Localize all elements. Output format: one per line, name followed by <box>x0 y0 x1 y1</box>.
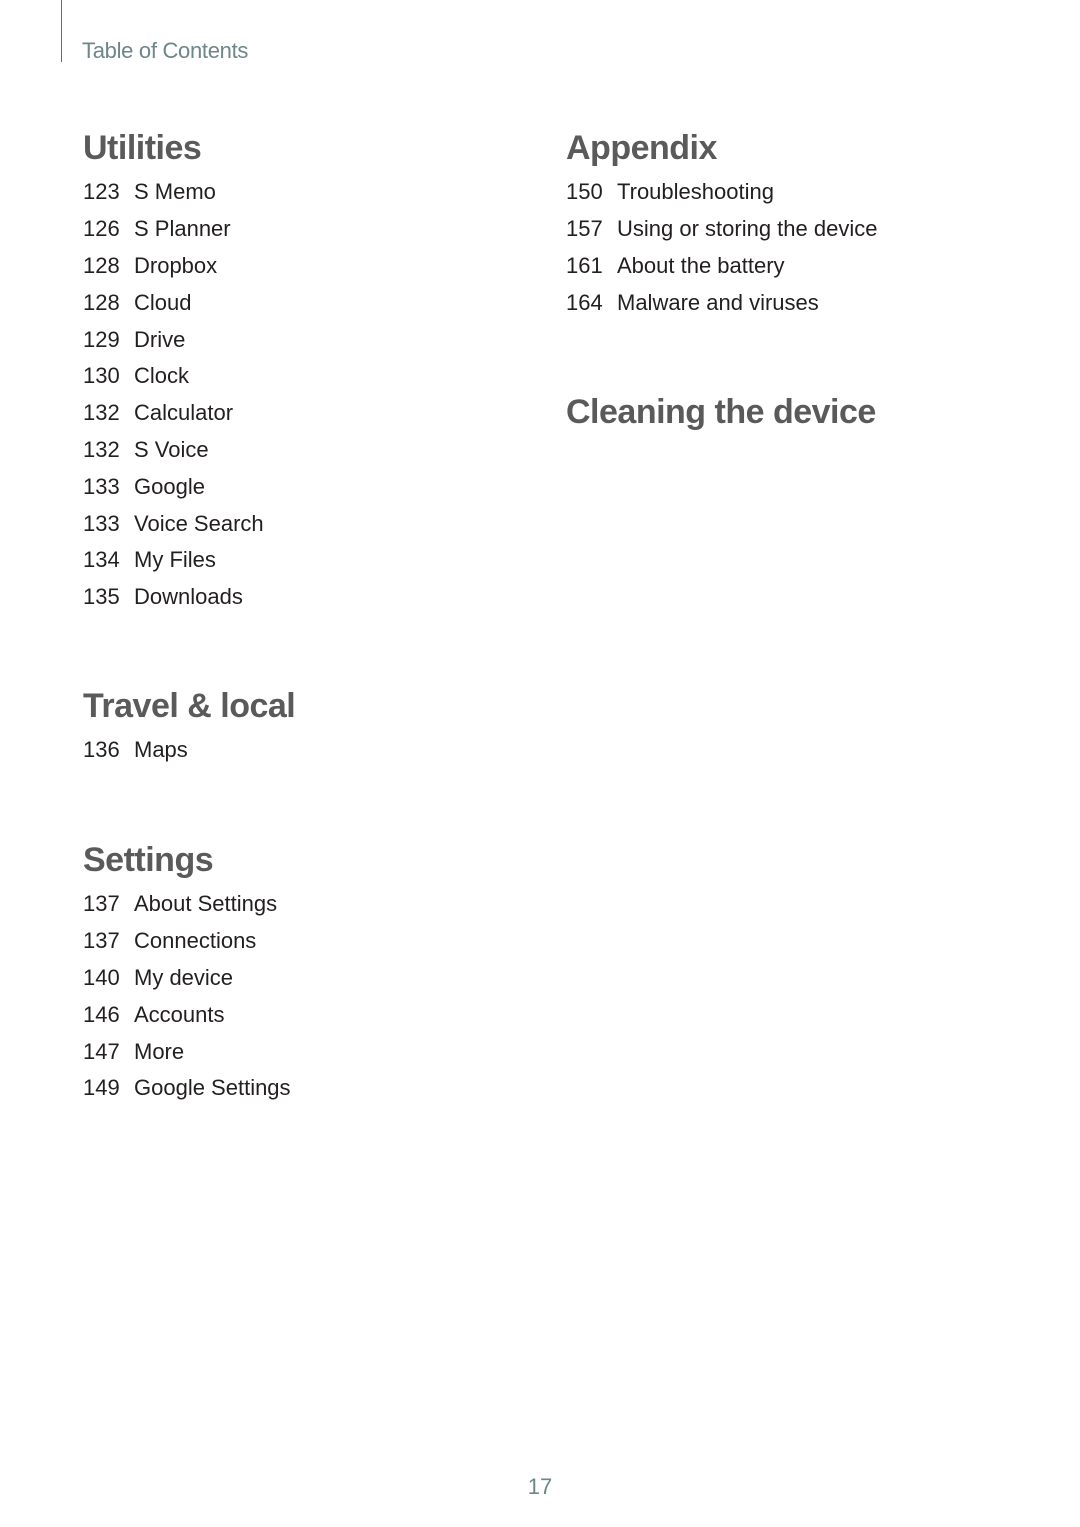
toc-entry[interactable]: 132 S Voice <box>83 432 563 469</box>
entry-page: 137 <box>83 891 120 917</box>
section-utilities: Utilities 123 S Memo 126 S Planner 128 Drop… <box>83 128 563 616</box>
entry-label: Voice Search <box>134 510 264 536</box>
entry-label: Google Settings <box>134 1075 291 1101</box>
entry-list: 137 About Settings 137 Connections 140 My d… <box>83 886 563 1107</box>
section-title: Appendix <box>566 129 717 167</box>
entry-label: Maps <box>134 737 188 763</box>
toc-entry[interactable]: 128 Dropbox <box>83 248 563 285</box>
toc-entry[interactable]: 133 Voice Search <box>83 505 563 542</box>
entry-label: Connections <box>134 928 257 954</box>
entry-page: 132 <box>83 400 120 426</box>
entry-label: About the battery <box>617 252 785 278</box>
entry-page: 137 <box>83 928 120 954</box>
entry-label: Malware and viruses <box>617 289 819 315</box>
entry-label: Clock <box>134 363 190 389</box>
toc-entry[interactable]: 146 Accounts <box>83 996 563 1033</box>
toc-entry[interactable]: 132 Calculator <box>83 395 563 432</box>
entry-list: 150 Troubleshooting 157 Using or storing t… <box>566 174 1046 321</box>
entry-page: 149 <box>83 1075 120 1101</box>
header-title: Table of Contents <box>82 38 249 63</box>
toc-entry[interactable]: 123 S Memo <box>83 174 563 211</box>
toc-entry[interactable]: 129 Drive <box>83 321 563 358</box>
toc-entry[interactable]: 149 Google Settings <box>83 1070 563 1107</box>
entry-page: 164 <box>566 289 603 315</box>
section-cleaning-the-device[interactable]: Cleaning the device <box>566 392 1046 438</box>
toc-entry[interactable]: 135 Downloads <box>83 579 563 616</box>
entry-label: My Files <box>134 547 216 573</box>
page-number: 17 <box>527 1474 553 1499</box>
entry-page: 147 <box>83 1038 120 1064</box>
entry-label: Drive <box>134 326 186 352</box>
toc-entry[interactable]: 161 About the battery <box>566 248 1046 285</box>
section-title: Utilities <box>83 129 202 167</box>
section-travel-local: Travel & local 136 Maps <box>83 686 563 769</box>
entry-label: S Planner <box>134 216 231 242</box>
entry-label: Google <box>134 473 205 499</box>
entry-label: Calculator <box>134 400 234 426</box>
toc-entry[interactable]: 147 More <box>83 1033 563 1070</box>
entry-label: Accounts <box>134 1001 225 1027</box>
toc-entry[interactable]: 150 Troubleshooting <box>566 174 1046 211</box>
section-settings: Settings 137 About Settings 137 Connection… <box>83 840 563 1107</box>
entry-page: 133 <box>83 473 120 499</box>
entry-label: S Voice <box>134 436 209 462</box>
entry-label: Dropbox <box>134 252 218 278</box>
toc-entry[interactable]: 164 Malware and viruses <box>566 284 1046 321</box>
toc-entry[interactable]: 130 Clock <box>83 358 563 395</box>
entry-page: 136 <box>83 737 120 763</box>
entry-label: Troubleshooting <box>617 179 774 205</box>
entry-page: 128 <box>83 289 120 315</box>
entry-list: 136 Maps <box>83 732 563 769</box>
section-title: Cleaning the device <box>566 393 876 431</box>
entry-label: Using or storing the device <box>617 216 878 242</box>
entry-page: 126 <box>83 216 120 242</box>
entry-label: Downloads <box>134 584 243 610</box>
toc-entry[interactable]: 140 My device <box>83 960 563 997</box>
toc-entry[interactable]: 136 Maps <box>83 732 563 769</box>
entry-page: 157 <box>566 216 603 242</box>
toc-entry[interactable]: 133 Google <box>83 468 563 505</box>
entry-page: 161 <box>566 252 603 278</box>
toc-entry[interactable]: 137 About Settings <box>83 886 563 923</box>
toc-entry[interactable]: 128 Cloud <box>83 284 563 321</box>
entry-list: 123 S Memo 126 S Planner 128 Dropbox 128 Clo… <box>83 174 563 616</box>
section-appendix: Appendix 150 Troubleshooting 157 Using or … <box>566 128 1046 321</box>
entry-page: 130 <box>83 363 120 389</box>
entry-label: My device <box>134 964 234 990</box>
toc-entry[interactable]: 126 S Planner <box>83 211 563 248</box>
entry-label: More <box>134 1038 185 1064</box>
entry-page: 129 <box>83 326 120 352</box>
toc-entry[interactable]: 137 Connections <box>83 923 563 960</box>
entry-page: 134 <box>83 547 120 573</box>
entry-page: 135 <box>83 584 120 610</box>
entry-page: 123 <box>83 179 120 205</box>
section-title: Travel & local <box>83 687 296 725</box>
toc-entry[interactable]: 134 My Files <box>83 542 563 579</box>
entry-page: 128 <box>83 252 120 278</box>
entry-label: S Memo <box>134 179 216 205</box>
toc-entry[interactable]: 157 Using or storing the device <box>566 211 1046 248</box>
header-rule <box>61 0 62 62</box>
entry-page: 150 <box>566 179 603 205</box>
entry-label: Cloud <box>134 289 192 315</box>
entry-page: 133 <box>83 510 120 536</box>
entry-page: 140 <box>83 964 120 990</box>
entry-label: About Settings <box>134 891 278 917</box>
entry-page: 132 <box>83 436 120 462</box>
section-title: Settings <box>83 841 214 879</box>
entry-page: 146 <box>83 1001 120 1027</box>
